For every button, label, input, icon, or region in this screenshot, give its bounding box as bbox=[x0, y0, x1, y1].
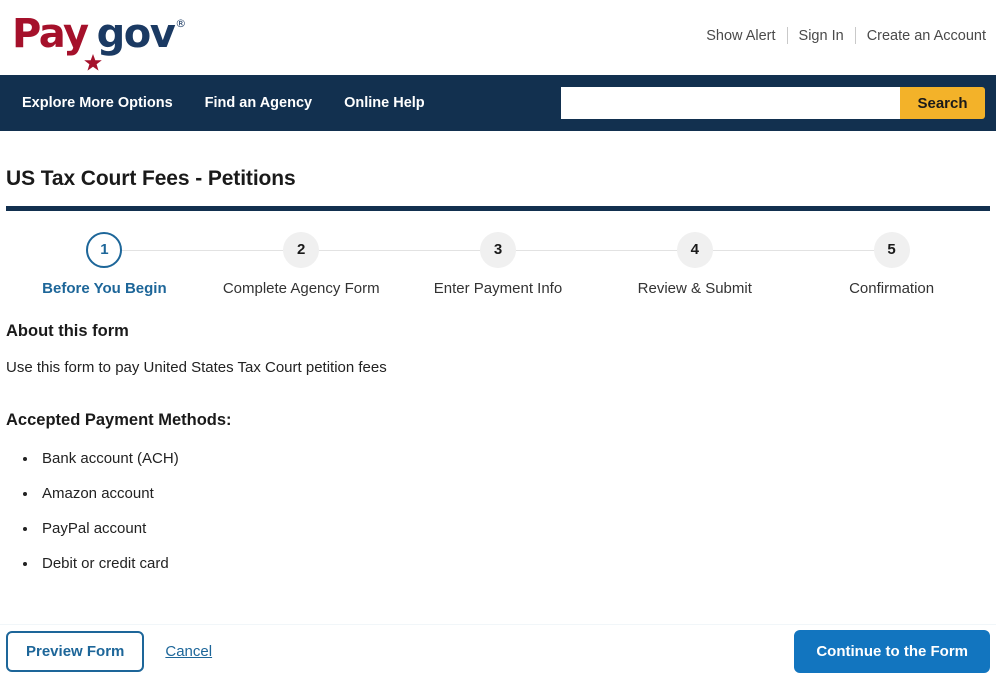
utility-links: Show Alert Sign In Create an Account bbox=[695, 27, 986, 44]
logo-pay-text: Pay bbox=[12, 11, 89, 57]
stepper-step-2[interactable]: 2 Complete Agency Form bbox=[104, 232, 400, 297]
paygov-page: Pay gov ® Show Alert Sign In Create an A… bbox=[0, 0, 996, 677]
stepper-connector bbox=[104, 250, 302, 251]
step-number-badge: 3 bbox=[479, 232, 516, 268]
stepper-step-1[interactable]: 1 Before You Begin bbox=[6, 232, 203, 297]
search-button[interactable]: Search bbox=[900, 87, 985, 119]
stepper-step-3[interactable]: 3 Enter Payment Info bbox=[301, 232, 597, 297]
stepper-step-4[interactable]: 4 Review & Submit bbox=[498, 232, 793, 297]
stepper-connector bbox=[498, 250, 695, 251]
step-number-badge: 2 bbox=[283, 232, 320, 268]
continue-to-form-button[interactable]: Continue to the Form bbox=[794, 629, 990, 673]
title-rule bbox=[6, 206, 990, 211]
stepper-step-5[interactable]: 5 Confirmation bbox=[694, 232, 990, 297]
paygov-logo[interactable]: Pay gov ® bbox=[12, 11, 187, 71]
progress-stepper: 1 Before You Begin 2 Complete Agency For… bbox=[0, 232, 996, 310]
registered-trademark-icon: ® bbox=[175, 17, 187, 30]
nav-item-online-help[interactable]: Online Help bbox=[328, 95, 441, 111]
page-title: US Tax Court Fees - Petitions bbox=[6, 167, 296, 190]
action-bar: Preview Form Cancel Continue to the Form bbox=[0, 624, 996, 677]
stepper-connector bbox=[694, 250, 892, 251]
main-content: About this form Use this form to pay Uni… bbox=[0, 322, 996, 572]
list-item: Bank account (ACH) bbox=[38, 450, 990, 467]
list-item: PayPal account bbox=[38, 520, 990, 537]
step-number-badge: 1 bbox=[86, 232, 123, 268]
list-item: Debit or credit card bbox=[38, 555, 990, 572]
step-label: Before You Begin bbox=[42, 280, 167, 297]
cancel-link[interactable]: Cancel bbox=[165, 643, 212, 660]
nav-item-find-an-agency[interactable]: Find an Agency bbox=[189, 95, 328, 111]
list-item: Amazon account bbox=[38, 485, 990, 502]
about-form-text: Use this form to pay United States Tax C… bbox=[6, 359, 387, 376]
step-label: Enter Payment Info bbox=[433, 280, 563, 297]
show-alert-link[interactable]: Show Alert bbox=[695, 28, 786, 44]
step-number-badge: 5 bbox=[873, 232, 910, 268]
about-form-heading: About this form bbox=[6, 322, 129, 340]
search-bar: Search bbox=[561, 87, 985, 119]
search-input[interactable] bbox=[561, 87, 900, 119]
create-account-link[interactable]: Create an Account bbox=[856, 28, 986, 44]
logo-gov-text: gov bbox=[96, 11, 176, 57]
nav-item-explore-more-options[interactable]: Explore More Options bbox=[6, 95, 189, 111]
preview-form-button[interactable]: Preview Form bbox=[6, 630, 145, 672]
step-label: Complete Agency Form bbox=[222, 280, 380, 297]
stepper-connector bbox=[301, 250, 498, 251]
accepted-payment-methods-heading: Accepted Payment Methods: bbox=[6, 411, 232, 429]
sign-in-link[interactable]: Sign In bbox=[788, 28, 855, 44]
stepper-track: 1 Before You Begin 2 Complete Agency For… bbox=[0, 232, 996, 297]
site-header: Pay gov ® Show Alert Sign In Create an A… bbox=[0, 0, 996, 75]
step-number-badge: 4 bbox=[676, 232, 713, 268]
nav-links: Explore More Options Find an Agency Onli… bbox=[0, 95, 441, 111]
step-label: Review & Submit bbox=[637, 280, 752, 297]
accepted-payment-methods-list: Bank account (ACH) Amazon account PayPal… bbox=[6, 450, 990, 572]
step-label: Confirmation bbox=[849, 280, 935, 297]
